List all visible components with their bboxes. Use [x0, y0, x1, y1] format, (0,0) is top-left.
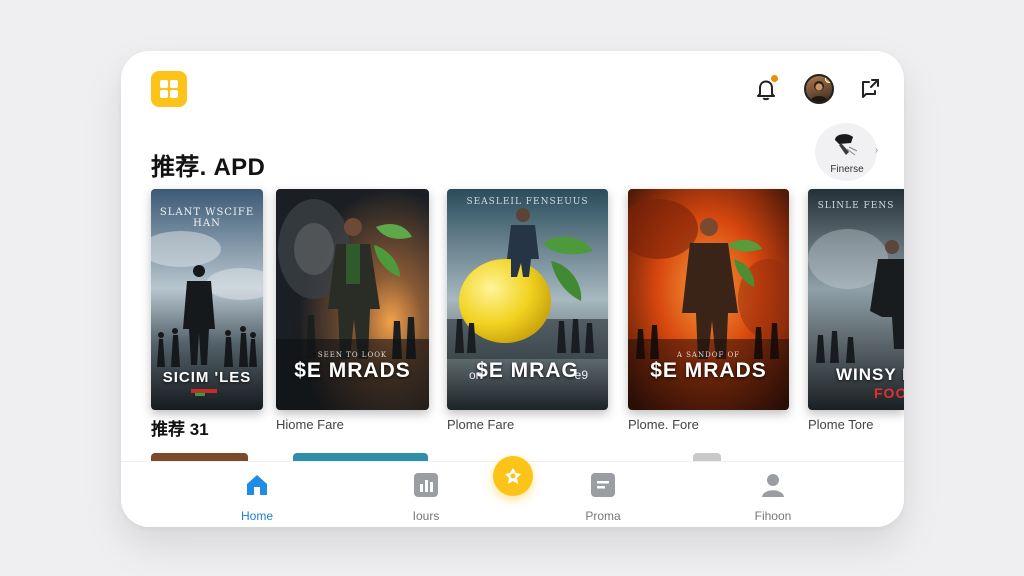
nav-home[interactable]: Home — [217, 472, 297, 523]
bell-icon[interactable] — [752, 75, 780, 103]
poster-subtitle: A SANDOF OF — [676, 351, 741, 359]
notification-dot — [771, 75, 778, 82]
nav-proma[interactable]: Proma — [563, 472, 643, 523]
poster-title: $E MRADS — [650, 359, 767, 382]
nav-iours-label: Iours — [412, 509, 440, 523]
poster-caption: Hiome Fare — [276, 417, 344, 432]
movie-poster[interactable]: SEASLEIL FENSEUUS $E MRAG on e9 — [447, 189, 608, 410]
poster-top-text: SLANT WSCIFE HAN — [159, 207, 255, 229]
poster-caption: Plome Fare — [447, 417, 515, 432]
filter-label: Finerse — [830, 164, 864, 175]
poster-title: SICIM 'LES — [162, 369, 252, 386]
app-window: 推荐. APD Finerse › SLANT WSCIFE HAN SICIM… — [121, 51, 904, 527]
nav-fihoon-label: Fihoon — [754, 509, 792, 523]
movie-poster[interactable]: A SANDOF OF $E MRADS — [628, 189, 789, 410]
poster-subtitle: FOOA — [874, 385, 904, 401]
chart-icon — [414, 473, 438, 497]
movie-poster[interactable]: SLANT WSCIFE HAN SICIM 'LES — [151, 189, 263, 410]
person-icon — [762, 474, 784, 497]
profile-status-dot — [825, 76, 832, 83]
center-action-button[interactable] — [493, 456, 533, 496]
poster-top-text: SLINLE FENS — [817, 201, 895, 211]
nav-fihoon[interactable]: Fihoon — [733, 472, 813, 523]
home-icon — [247, 475, 267, 495]
nav-home-label: Home — [240, 509, 273, 523]
poster-overlay-right: e9 — [574, 368, 588, 382]
section-title: 推荐. APD — [151, 154, 266, 181]
poster-subtitle: SEEN TO LOOK — [317, 351, 388, 359]
grid-icon[interactable] — [151, 71, 187, 107]
poster-caption: Plome Tore — [808, 417, 874, 432]
poster-title: WINSY BA — [836, 365, 904, 384]
poster-overlay-left: on — [469, 368, 483, 382]
share-icon[interactable] — [856, 75, 884, 103]
chevron-right-icon[interactable]: › — [875, 145, 878, 156]
center-action-icon — [505, 468, 521, 484]
movie-poster[interactable]: SEEN TO LOOK $E MRADS — [276, 189, 429, 410]
poster-top-text: SEASLEIL FENSEUUS — [466, 197, 589, 207]
poster-caption: Plome. Fore — [628, 417, 699, 432]
nav-iours[interactable]: Iours — [386, 472, 466, 523]
poster-title: $E MRADS — [294, 359, 411, 382]
bottom-navigation: Home Iours Proma Fihoon — [121, 456, 904, 527]
nav-proma-label: Proma — [585, 509, 621, 523]
card-icon — [591, 473, 615, 497]
avatar[interactable] — [804, 74, 834, 104]
filter-icon — [835, 134, 858, 156]
poster-caption: 推荐 31 — [151, 420, 209, 439]
movie-poster[interactable]: SLINLE FENS WINSY BA FOOA — [808, 189, 904, 410]
